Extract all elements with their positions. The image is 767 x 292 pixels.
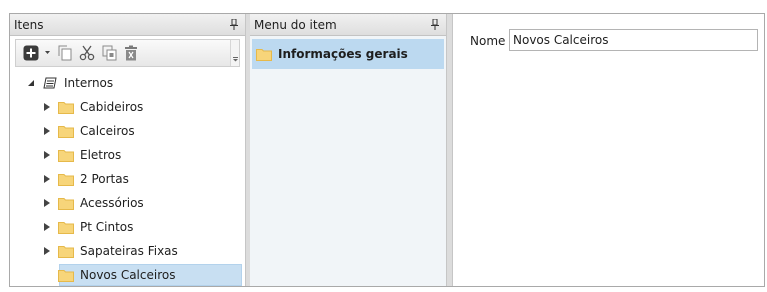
- folder-icon: [58, 197, 74, 210]
- expand-arrow-icon[interactable]: [40, 124, 54, 138]
- tree-item-label: Internos: [64, 76, 114, 90]
- tree-item-label: Sapateiras Fixas: [80, 244, 178, 258]
- itens-toolbar: [15, 39, 240, 67]
- tree-item-internos[interactable]: Internos: [10, 71, 245, 95]
- folder-icon: [58, 269, 74, 282]
- pin-icon[interactable]: [430, 19, 440, 31]
- itens-panel: Itens Internos Cabideiros Calceiros Elet…: [10, 14, 246, 286]
- tree-item[interactable]: Sapateiras Fixas: [10, 239, 245, 263]
- copy-icon[interactable]: [54, 42, 76, 64]
- tree-item-label: Calceiros: [80, 124, 135, 138]
- tree-item-label: 2 Portas: [80, 172, 129, 186]
- menu-panel-header: Menu do item: [250, 14, 446, 36]
- expand-arrow-icon[interactable]: [40, 172, 54, 186]
- folder-icon: [58, 125, 74, 138]
- tree-item-label: Acessórios: [80, 196, 144, 210]
- cut-icon[interactable]: [76, 42, 98, 64]
- folder-icon: [58, 101, 74, 114]
- tree-item-label: Novos Calceiros: [80, 268, 176, 282]
- folder-icon: [256, 48, 272, 61]
- app-frame: Itens Internos Cabideiros Calceiros Elet…: [9, 13, 765, 287]
- list-icon: [42, 77, 58, 89]
- nome-field-row: Nome: [470, 29, 758, 51]
- tree-item[interactable]: Cabideiros: [10, 95, 245, 119]
- tree-item[interactable]: 2 Portas: [10, 167, 245, 191]
- itens-panel-title: Itens: [14, 17, 44, 32]
- tree-item-label: Pt Cintos: [80, 220, 134, 234]
- pin-icon[interactable]: [229, 19, 239, 31]
- folder-icon: [58, 173, 74, 186]
- tree-item-label: Eletros: [80, 148, 122, 162]
- nome-label: Nome: [470, 34, 506, 48]
- expand-arrow-icon[interactable]: [40, 148, 54, 162]
- duplicate-icon[interactable]: [98, 42, 120, 64]
- tree-item[interactable]: Eletros: [10, 143, 245, 167]
- delete-icon[interactable]: [120, 42, 142, 64]
- detail-panel: Nome: [452, 14, 764, 286]
- nome-input[interactable]: [509, 29, 758, 51]
- dropdown-caret-icon[interactable]: [42, 42, 52, 64]
- collapse-arrow-icon[interactable]: [24, 76, 38, 90]
- tree-item[interactable]: Acessórios: [10, 191, 245, 215]
- menu-item-label: Informações gerais: [278, 47, 408, 61]
- folder-icon: [58, 221, 74, 234]
- expand-arrow-icon[interactable]: [40, 244, 54, 258]
- folder-icon: [58, 149, 74, 162]
- tree-item[interactable]: Calceiros: [10, 119, 245, 143]
- tree-item-label: Cabideiros: [80, 100, 144, 114]
- itens-panel-header: Itens: [10, 14, 245, 36]
- toolbar-overflow-button[interactable]: [230, 40, 239, 66]
- add-icon[interactable]: [20, 42, 42, 64]
- tree-item[interactable]: Pt Cintos: [10, 215, 245, 239]
- expand-arrow-icon[interactable]: [40, 196, 54, 210]
- folder-icon: [58, 245, 74, 258]
- expand-arrow-icon[interactable]: [40, 220, 54, 234]
- expand-arrow-icon[interactable]: [40, 100, 54, 114]
- menu-panel: Menu do item Informações gerais: [250, 14, 447, 286]
- menu-item-informacoes-gerais[interactable]: Informações gerais: [252, 39, 444, 69]
- menu-panel-title: Menu do item: [254, 17, 337, 32]
- itens-tree: Internos Cabideiros Calceiros Eletros 2: [10, 71, 245, 287]
- tree-item-selected[interactable]: Novos Calceiros: [10, 263, 245, 287]
